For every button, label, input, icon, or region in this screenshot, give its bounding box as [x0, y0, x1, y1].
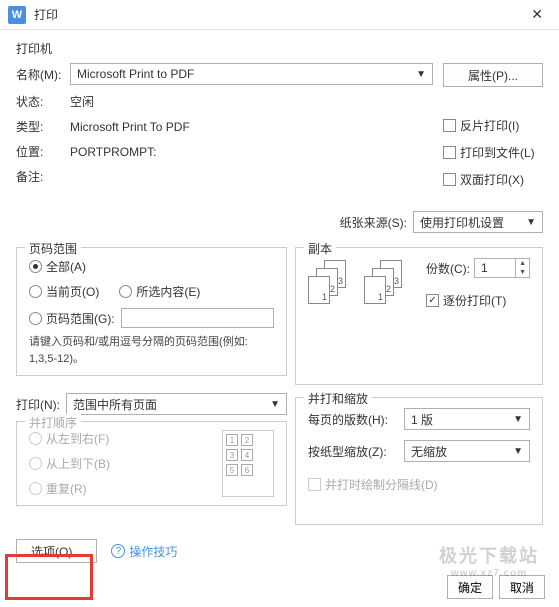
app-logo-icon: W: [8, 6, 26, 24]
paper-source-label: 纸张来源(S):: [340, 214, 407, 231]
order-fieldset: 并打顺序 从左到右(F) 从上到下(B) 重复(R): [16, 421, 287, 506]
radio-icon: [29, 432, 42, 445]
chevron-up-icon[interactable]: ▲: [516, 259, 529, 268]
chevron-down-icon: ▼: [526, 217, 536, 228]
draw-lines-checkbox: 并打时绘制分隔线(D): [308, 476, 530, 493]
checkbox-icon: [443, 119, 456, 132]
cancel-button[interactable]: 取消: [499, 575, 545, 599]
chevron-down-icon: ▼: [270, 399, 280, 410]
chevron-down-icon: ▼: [513, 446, 523, 457]
status-value: 空闲: [70, 93, 433, 110]
copies-fieldset: 副本 3 2 1 3 2 1: [295, 247, 543, 385]
ok-button[interactable]: 确定: [447, 575, 493, 599]
status-label: 状态:: [16, 93, 70, 110]
printer-name-select[interactable]: Microsoft Print to PDF ▼: [70, 63, 433, 85]
radio-icon: [29, 260, 42, 273]
radio-icon: [29, 312, 42, 325]
radio-icon: [29, 482, 42, 495]
scaling-fieldset: 并打和缩放 每页的版数(H): 1 版 ▼ 按纸型缩放(Z): 无缩放 ▼: [295, 397, 543, 525]
copies-legend: 副本: [304, 240, 336, 257]
order-repeat-radio: 重复(R): [29, 480, 212, 497]
print-what-select[interactable]: 范围中所有页面 ▼: [66, 393, 287, 415]
close-icon[interactable]: ✕: [523, 2, 551, 27]
print-to-file-checkbox[interactable]: 打印到文件(L): [443, 144, 543, 161]
paper-source-select[interactable]: 使用打印机设置 ▼: [413, 211, 543, 233]
reverse-print-checkbox[interactable]: 反片打印(I): [443, 117, 543, 134]
location-label: 位置:: [16, 143, 70, 160]
page-range-pages-radio[interactable]: 页码范围(G):: [29, 310, 115, 327]
chevron-down-icon[interactable]: ▼: [516, 268, 529, 277]
help-icon: ?: [111, 544, 125, 558]
page-range-all-radio[interactable]: 全部(A): [29, 258, 274, 275]
page-range-fieldset: 页码范围 全部(A) 当前页(O) 所选内容(E): [16, 247, 287, 376]
type-label: 类型:: [16, 118, 70, 135]
printer-section-label: 打印机: [16, 40, 543, 57]
pages-per-sheet-select[interactable]: 1 版 ▼: [404, 408, 530, 430]
printer-name-value: Microsoft Print to PDF: [77, 67, 194, 81]
page-range-selection-radio[interactable]: 所选内容(E): [119, 283, 200, 300]
radio-icon: [29, 285, 42, 298]
location-value: PORTPROMPT:: [70, 145, 433, 159]
order-legend: 并打顺序: [25, 414, 81, 431]
copies-count-label: 份数(C):: [426, 260, 470, 277]
scale-select[interactable]: 无缩放 ▼: [404, 440, 530, 462]
print-what-label: 打印(N):: [16, 396, 60, 413]
order-ttb-radio: 从上到下(B): [29, 455, 212, 472]
checkbox-icon: [443, 146, 456, 159]
type-value: Microsoft Print To PDF: [70, 120, 433, 134]
copies-count-spinner[interactable]: 1 ▲▼: [474, 258, 530, 278]
highlight-annotation: [5, 554, 93, 600]
collate-checkbox[interactable]: 逐份打印(T): [426, 292, 530, 309]
radio-icon: [29, 457, 42, 470]
checkbox-icon: [426, 294, 439, 307]
printer-name-label: 名称(M):: [16, 66, 70, 83]
page-range-input[interactable]: [121, 308, 274, 328]
page-range-hint: 请键入页码和/或用逗号分隔的页码范围(例如: 1,3,5-12)。: [29, 334, 274, 367]
pages-per-sheet-label: 每页的版数(H):: [308, 411, 398, 428]
checkbox-icon: [443, 173, 456, 186]
scaling-legend: 并打和缩放: [304, 390, 372, 407]
tips-link[interactable]: ? 操作技巧: [111, 543, 177, 560]
order-diagram-icon: 12 34 56: [222, 430, 274, 497]
properties-button[interactable]: 属性(P)...: [443, 63, 543, 87]
checkbox-icon: [308, 478, 321, 491]
page-range-legend: 页码范围: [25, 240, 81, 257]
chevron-down-icon: ▼: [416, 69, 426, 80]
comment-label: 备注:: [16, 168, 70, 185]
duplex-checkbox[interactable]: 双面打印(X): [443, 171, 543, 188]
chevron-down-icon: ▼: [513, 414, 523, 425]
radio-icon: [119, 285, 132, 298]
dialog-title: 打印: [34, 6, 58, 23]
collate-illustration-icon: 3 2 1 3 2 1: [308, 260, 412, 308]
page-range-current-radio[interactable]: 当前页(O): [29, 283, 99, 300]
scale-label: 按纸型缩放(Z):: [308, 443, 398, 460]
order-ltr-radio: 从左到右(F): [29, 430, 212, 447]
